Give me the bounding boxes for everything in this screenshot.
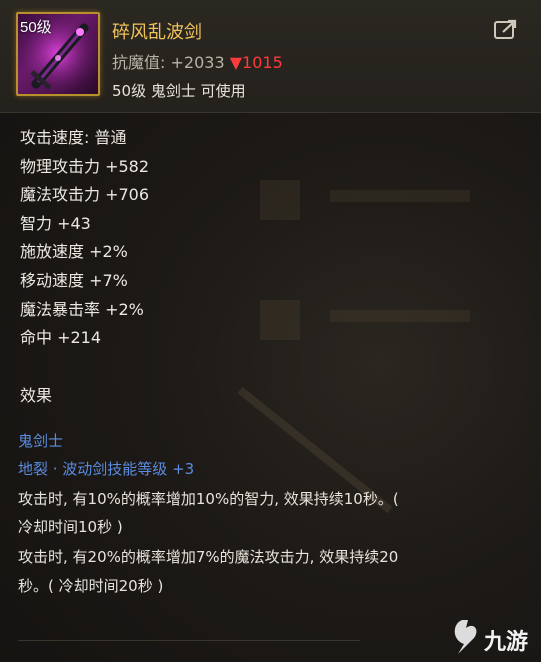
- item-header: 50级 碎风乱波剑 抗魔值: +2033 ▼1015 50级 鬼剑士 可使用: [0, 0, 541, 113]
- stat-attack-speed: 攻击速度: 普通: [20, 128, 127, 147]
- background-ghost-icons: [260, 180, 470, 340]
- effect-title: 效果: [20, 386, 53, 405]
- stat-move-speed: 移动速度 +7%: [20, 270, 128, 290]
- stat-magic-crit: 魔法暴击率 +2%: [20, 299, 144, 319]
- item-tooltip-panel: 50级 碎风乱波剑 抗魔值: +2033 ▼1015 50级 鬼剑士 可使用 攻…: [0, 0, 541, 662]
- stat-hit: 命中 +214: [20, 328, 102, 348]
- stat-cast-speed: 施放速度 +2%: [20, 242, 128, 262]
- magic-resist-value: +2033: [170, 53, 225, 72]
- divider: [18, 640, 360, 641]
- watermark-text: 九游: [484, 630, 529, 655]
- magic-resist-label: 抗魔值:: [112, 53, 166, 72]
- stat-physical-attack: 物理攻击力 +582: [20, 156, 150, 176]
- stat-magic-attack: 魔法攻击力 +706: [20, 185, 150, 205]
- magic-resist-row: 抗魔值: +2033 ▼1015: [112, 49, 283, 73]
- share-icon[interactable]: [493, 18, 519, 40]
- class-name: 鬼剑士: [18, 432, 64, 450]
- effect-line: 攻击时, 有10%的概率增加10%的智力, 效果持续10秒。(: [18, 490, 399, 508]
- stats-list: 攻击速度: 普通 物理攻击力 +582 魔法攻击力 +706 智力 +43 施放…: [20, 124, 149, 353]
- item-name: 碎风乱波剑: [112, 22, 202, 43]
- magic-resist-change: ▼1015: [229, 53, 283, 72]
- skill-bonus: 地裂 · 波动剑技能等级 +3: [18, 460, 195, 478]
- effect-line: 秒。( 冷却时间20秒 ): [18, 577, 164, 595]
- level-badge: 50级: [20, 19, 52, 36]
- effect-line: 攻击时, 有20%的概率增加7%的魔法攻击力, 效果持续20: [18, 548, 399, 566]
- level-requirement: 50级 鬼剑士 可使用: [112, 82, 246, 100]
- stat-intelligence: 智力 +43: [20, 213, 91, 233]
- effect-line: 冷却时间10秒 ): [18, 518, 123, 536]
